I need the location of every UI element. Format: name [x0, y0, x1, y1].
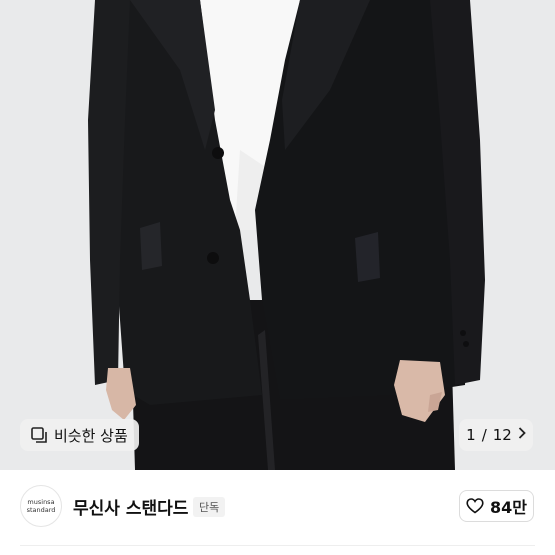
counter-current: 1	[466, 426, 476, 444]
store-logo[interactable]: musinsa standard	[20, 485, 62, 527]
like-count: 84만	[490, 498, 527, 517]
counter-separator: /	[481, 426, 487, 444]
heart-outline-icon	[466, 498, 484, 514]
product-image[interactable]	[0, 0, 555, 470]
similar-products-label: 비슷한 상품	[54, 426, 128, 445]
exclusive-badge: 단독	[193, 497, 226, 517]
store-logo-line2: standard	[26, 506, 56, 514]
product-photo-illustration	[0, 0, 555, 470]
divider	[20, 545, 535, 546]
chevron-right-icon[interactable]	[518, 427, 526, 443]
store-logo-line1: musinsa	[27, 498, 55, 506]
similar-products-button[interactable]: 비슷한 상품	[20, 419, 139, 451]
square-stack-icon	[31, 426, 48, 444]
counter-total: 12	[492, 426, 512, 444]
image-counter[interactable]: 1 / 12	[459, 419, 533, 451]
store-name[interactable]: 무신사 스탠다드	[73, 494, 188, 519]
like-button[interactable]: 84만	[459, 490, 534, 522]
